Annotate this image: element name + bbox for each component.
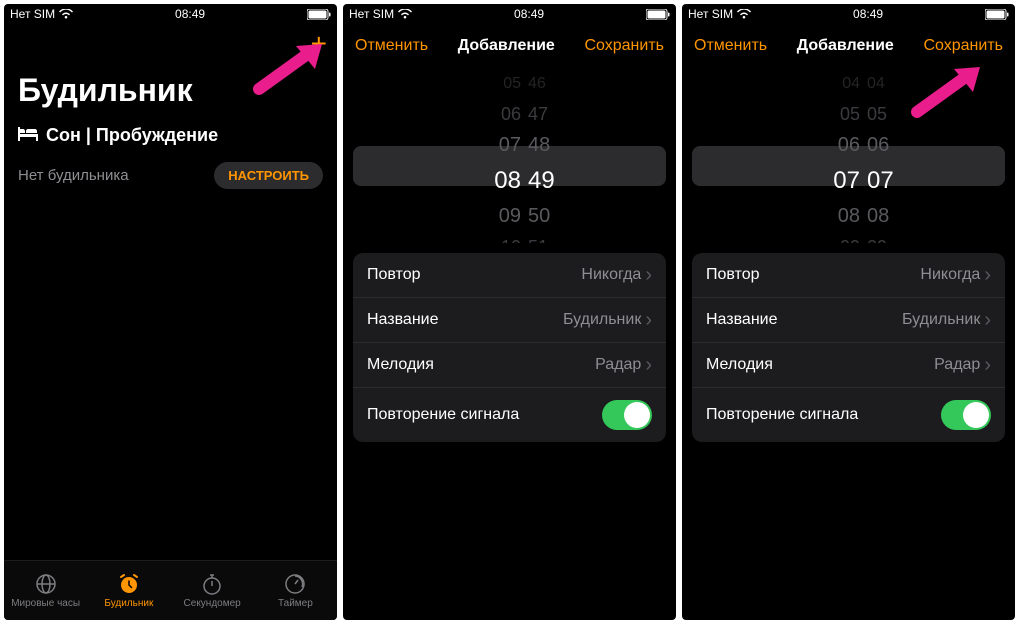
picker-minute-selected: 49: [528, 161, 588, 201]
wifi-icon: [737, 9, 751, 19]
cancel-button[interactable]: Отменить: [694, 37, 767, 55]
setting-name[interactable]: Название Будильник›: [353, 298, 666, 343]
picker-hours[interactable]: 04 05 06 07 08 09 10: [800, 68, 860, 243]
chevron-right-icon: ›: [984, 310, 991, 330]
setting-value: Радар: [934, 356, 980, 374]
setting-label: Мелодия: [367, 356, 434, 374]
picker-hours[interactable]: 05 06 07 08 09 10 11: [461, 68, 521, 243]
cancel-button[interactable]: Отменить: [355, 37, 428, 55]
status-time: 08:49: [853, 7, 883, 21]
picker-hour-selected: 07: [800, 161, 860, 201]
sleep-section-header: Сон | Пробуждение: [4, 115, 337, 150]
setting-snooze: Повторение сигнала: [692, 388, 1005, 442]
setting-sound[interactable]: Мелодия Радар›: [353, 343, 666, 388]
setting-value: Никогда: [920, 266, 980, 284]
tab-bar: Мировые часы Будильник Секундомер Таймер: [4, 560, 337, 620]
carrier-text: Нет SIM: [349, 7, 394, 21]
annotation-arrow: [249, 39, 329, 99]
setting-value: Никогда: [581, 266, 641, 284]
setting-label: Повтор: [367, 266, 421, 284]
setting-repeat[interactable]: Повтор Никогда›: [692, 253, 1005, 298]
setting-value: Радар: [595, 356, 641, 374]
configure-button[interactable]: НАСТРОИТЬ: [214, 162, 323, 189]
modal-nav: Отменить Добавление Сохранить: [343, 24, 676, 68]
tab-timer[interactable]: Таймер: [254, 561, 337, 620]
save-button[interactable]: Сохранить: [923, 37, 1003, 55]
time-picker[interactable]: 05 06 07 08 09 10 11 46 47 48 49 50 51 5…: [343, 68, 676, 243]
picker-minutes[interactable]: 46 47 48 49 50 51 52: [528, 68, 588, 243]
chevron-right-icon: ›: [645, 265, 652, 285]
no-alarm-text: Нет будильника: [18, 167, 129, 184]
status-bar: Нет SIM 08:49: [4, 4, 337, 24]
picker-minute-selected: 07: [867, 161, 927, 201]
battery-icon: [307, 9, 331, 20]
wifi-icon: [398, 9, 412, 19]
sleep-section-label: Сон | Пробуждение: [46, 125, 218, 146]
alarm-settings: Повтор Никогда› Название Будильник› Мело…: [692, 253, 1005, 442]
status-time: 08:49: [175, 7, 205, 21]
tab-alarm[interactable]: Будильник: [87, 561, 170, 620]
tab-label: Таймер: [278, 598, 313, 609]
snooze-toggle[interactable]: [941, 400, 991, 430]
modal-title: Добавление: [458, 37, 555, 55]
carrier-text: Нет SIM: [688, 7, 733, 21]
snooze-toggle[interactable]: [602, 400, 652, 430]
screen-add-alarm-b: Нет SIM 08:49 Отменить Добавление Сохран…: [682, 4, 1015, 620]
tab-label: Мировые часы: [11, 598, 80, 609]
chevron-right-icon: ›: [645, 355, 652, 375]
chevron-right-icon: ›: [984, 355, 991, 375]
picker-hour-selected: 08: [461, 161, 521, 201]
status-bar: Нет SIM 08:49: [682, 4, 1015, 24]
setting-label: Повтор: [706, 266, 760, 284]
tab-world-clock[interactable]: Мировые часы: [4, 561, 87, 620]
no-alarm-row: Нет будильника НАСТРОИТЬ: [4, 150, 337, 201]
save-button[interactable]: Сохранить: [584, 37, 664, 55]
status-bar: Нет SIM 08:49: [343, 4, 676, 24]
setting-label: Мелодия: [706, 356, 773, 374]
carrier-text: Нет SIM: [10, 7, 55, 21]
setting-label: Повторение сигнала: [367, 406, 519, 424]
chevron-right-icon: ›: [984, 265, 991, 285]
tab-label: Секундомер: [184, 598, 241, 609]
alarm-settings: Повтор Никогда› Название Будильник› Мело…: [353, 253, 666, 442]
setting-snooze: Повторение сигнала: [353, 388, 666, 442]
setting-repeat[interactable]: Повтор Никогда›: [353, 253, 666, 298]
screen-alarm-list: Нет SIM 08:49 + Будильник Сон | Пробужде…: [4, 4, 337, 620]
setting-value: Будильник: [902, 311, 980, 329]
battery-icon: [646, 9, 670, 20]
chevron-right-icon: ›: [645, 310, 652, 330]
status-time: 08:49: [514, 7, 544, 21]
setting-sound[interactable]: Мелодия Радар›: [692, 343, 1005, 388]
modal-title: Добавление: [797, 37, 894, 55]
battery-icon: [985, 9, 1009, 20]
tab-stopwatch[interactable]: Секундомер: [171, 561, 254, 620]
setting-label: Повторение сигнала: [706, 406, 858, 424]
wifi-icon: [59, 9, 73, 19]
bed-icon: [18, 125, 38, 146]
setting-label: Название: [706, 311, 778, 329]
setting-name[interactable]: Название Будильник›: [692, 298, 1005, 343]
setting-label: Название: [367, 311, 439, 329]
tab-label: Будильник: [104, 598, 153, 609]
annotation-arrow: [907, 62, 987, 122]
setting-value: Будильник: [563, 311, 641, 329]
screen-add-alarm-a: Нет SIM 08:49 Отменить Добавление Сохран…: [343, 4, 676, 620]
